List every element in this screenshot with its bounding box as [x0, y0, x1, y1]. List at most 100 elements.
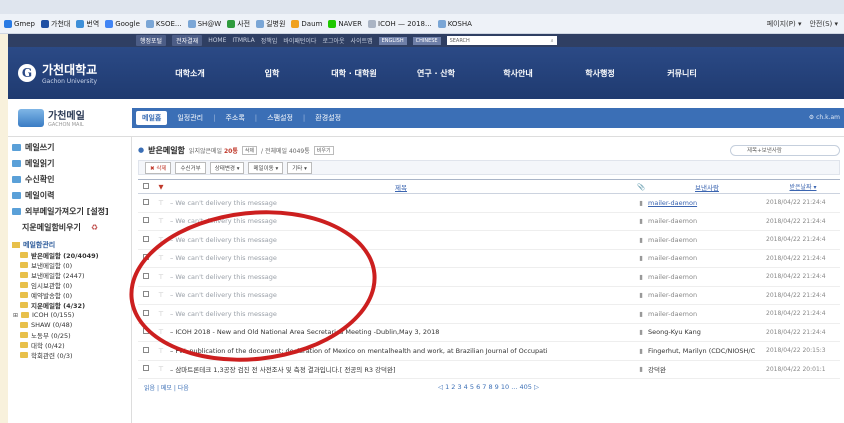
row-sender[interactable]: mailer-daemon — [648, 193, 766, 213]
expand-icon[interactable]: ⊞ — [13, 312, 18, 319]
sender-text[interactable]: mailer-daemon — [648, 310, 697, 318]
favorite-link[interactable]: Google — [105, 19, 140, 28]
delete-unread-button[interactable]: 삭제 — [241, 145, 258, 155]
mail-brand[interactable]: 가천메일 GACHON MAIL — [8, 107, 132, 128]
subject-text[interactable]: 삼마트론테크 1,3공장 검진 전 사전조사 및 측정 결과입니다.[ 전공의 … — [175, 366, 395, 374]
favorite-link[interactable]: NAVER — [328, 19, 362, 28]
favorite-link[interactable]: Daum — [291, 19, 322, 28]
row-flag-icon[interactable]: ⊤ — [154, 212, 168, 231]
util-sitemap[interactable]: 사이트맵 — [351, 36, 373, 45]
sidebar-item-history[interactable]: 메일이력 — [8, 187, 131, 203]
row-sender[interactable]: mailer-daemon — [648, 304, 766, 324]
university-logo[interactable]: G 가천대학교 Gachon University — [8, 61, 136, 85]
favorite-link[interactable]: 길병원 — [256, 19, 285, 29]
empty-button[interactable]: 비우기 — [313, 145, 334, 155]
folder-item[interactable]: ⊞ ICOH (0/155) — [8, 310, 131, 320]
folder-item[interactable]: 임시보관함 (0) — [8, 280, 131, 290]
sender-text[interactable]: mailer-daemon — [648, 273, 697, 281]
folder-item[interactable]: 받은메일함 (20/4049) — [8, 250, 131, 260]
move-mail-button[interactable]: 메일이동 ▾ — [248, 161, 284, 174]
nav-academic-admin[interactable]: 학사행정 — [572, 68, 628, 79]
row-sender[interactable]: mailer-daemon — [648, 230, 766, 250]
flag-icon[interactable]: ⊤ — [158, 347, 164, 355]
delete-button[interactable]: ✖ 삭제 — [145, 161, 172, 174]
sender-text[interactable]: mailer-daemon — [648, 217, 697, 225]
status-change-button[interactable]: 상태변경 ▾ — [209, 161, 245, 174]
user-account[interactable]: ⚙ ch.k.am — [809, 114, 844, 121]
nav-academic-info[interactable]: 학사안내 — [490, 68, 546, 79]
nav-colleges[interactable]: 대학 · 대학원 — [326, 68, 382, 79]
row-subject[interactable]: – 삼마트론테크 1,3공장 검진 전 사전조사 및 측정 결과입니다.[ 전공… — [168, 360, 634, 379]
row-checkbox[interactable] — [138, 230, 154, 250]
folder-item[interactable]: 학회관련 (0/3) — [8, 350, 131, 360]
row-sender[interactable]: Fingerhut, Marilyn (CDC/NIOSH/C — [648, 341, 766, 361]
row-flag-icon[interactable]: ⊤ — [154, 193, 168, 213]
safety-menu[interactable]: 안전(S) ▾ — [809, 19, 838, 29]
nav-research[interactable]: 연구 · 산학 — [408, 68, 464, 79]
folder-tree-title[interactable]: 메일함관리 — [8, 239, 131, 250]
folder-item[interactable]: 예약발송함 (0) — [8, 290, 131, 300]
folder-item[interactable]: 대학 (0/42) — [8, 340, 131, 350]
util-logout[interactable]: 로그아웃 — [322, 36, 344, 45]
column-date[interactable]: 받은날짜 ▾ — [766, 179, 840, 194]
sender-text[interactable]: mailer-daemon — [648, 236, 697, 244]
sender-text[interactable]: mailer-daemon — [648, 291, 697, 299]
search-icon[interactable]: ⌕ — [551, 38, 554, 44]
util-portal[interactable]: 행정포털 — [136, 35, 167, 46]
lang-chinese[interactable]: CHINESE — [412, 36, 441, 45]
flag-icon[interactable]: ⊤ — [158, 199, 164, 207]
favorite-link[interactable]: ICOH — 2018... — [368, 19, 432, 28]
sidebar-item-empty-trash[interactable]: 지운메일함비우기 ♻ — [8, 219, 131, 235]
util-bypass[interactable]: 바이패턴이다 — [283, 36, 316, 45]
checkbox[interactable] — [143, 198, 149, 205]
favorite-link[interactable]: 번역 — [76, 19, 99, 29]
sidebar-item-receipt[interactable]: 수신확인 — [8, 171, 131, 187]
column-sender[interactable]: 보낸사람 — [648, 179, 766, 194]
checkbox[interactable] — [143, 365, 149, 372]
nav-admission[interactable]: 입학 — [244, 68, 300, 79]
site-search-input[interactable]: SEARCH ⌕ — [446, 36, 557, 45]
favorite-link[interactable]: KSOE... — [145, 19, 182, 28]
row-subject[interactable]: – We can't delivery this message — [168, 193, 634, 213]
lang-english[interactable]: ENGLISH — [378, 36, 407, 45]
tab-schedule[interactable]: 일정관리 — [171, 111, 209, 125]
pager-nav[interactable]: 읽음 | 메모 | 다음 — [138, 383, 278, 392]
row-flag-icon[interactable]: ⊤ — [154, 360, 168, 379]
tab-address-book[interactable]: 주소록 — [219, 111, 250, 125]
folder-item[interactable]: 노동부 (0/25) — [8, 330, 131, 340]
util-itmrla[interactable]: ITMRLA — [232, 37, 254, 44]
favorite-link[interactable]: 가천대 — [41, 19, 70, 29]
page-menu[interactable]: 페이지(P) ▾ — [767, 19, 802, 29]
row-sender[interactable]: Seong-Kyu Kang — [648, 323, 766, 342]
sender-text[interactable]: 강덕완 — [648, 366, 666, 374]
mail-search-input[interactable]: 제목+보낸사람 — [730, 144, 840, 156]
sender-text[interactable]: mailer-daemon — [648, 199, 697, 207]
row-sender[interactable]: mailer-daemon — [648, 286, 766, 305]
subject-text[interactable]: We can't delivery this message — [175, 199, 277, 207]
sidebar-item-compose[interactable]: 메일쓰기 — [8, 139, 131, 155]
tab-spam-settings[interactable]: 스팸설정 — [261, 111, 299, 125]
row-checkbox[interactable] — [138, 193, 154, 213]
sender-text[interactable]: mailer-daemon — [648, 254, 697, 262]
sidebar-item-external[interactable]: 외부메일가져오기 [설정] — [8, 203, 131, 219]
checkbox[interactable] — [143, 217, 149, 224]
flag-icon[interactable]: ⊤ — [158, 217, 164, 225]
row-checkbox[interactable] — [138, 360, 154, 379]
attachment-column-icon[interactable]: 📎 — [634, 179, 648, 194]
column-subject[interactable]: 제목 — [168, 179, 634, 194]
checkbox[interactable] — [143, 346, 149, 353]
sidebar-item-read[interactable]: 메일읽기 — [8, 155, 131, 171]
util-home[interactable]: HOME — [208, 37, 226, 44]
favorite-link[interactable]: 사전 — [227, 19, 250, 29]
util-policy[interactable]: 정책입 — [261, 36, 278, 45]
block-button[interactable]: 수신거부 — [175, 161, 206, 174]
row-sender[interactable]: mailer-daemon — [648, 249, 766, 268]
flag-icon[interactable]: ⊤ — [158, 365, 164, 373]
folder-item[interactable]: 지운메일함 (4/32) — [8, 300, 131, 310]
favorite-link[interactable]: SH@W — [187, 19, 221, 28]
folder-item[interactable]: 보낸메일함 (0) — [8, 260, 131, 270]
table-row[interactable]: ⊤ – We can't delivery this message ▮ mailer… — [138, 193, 840, 213]
more-button[interactable]: 기타 ▾ — [287, 161, 312, 174]
sender-text[interactable]: Seong-Kyu Kang — [648, 328, 701, 336]
row-sender[interactable]: mailer-daemon — [648, 267, 766, 287]
